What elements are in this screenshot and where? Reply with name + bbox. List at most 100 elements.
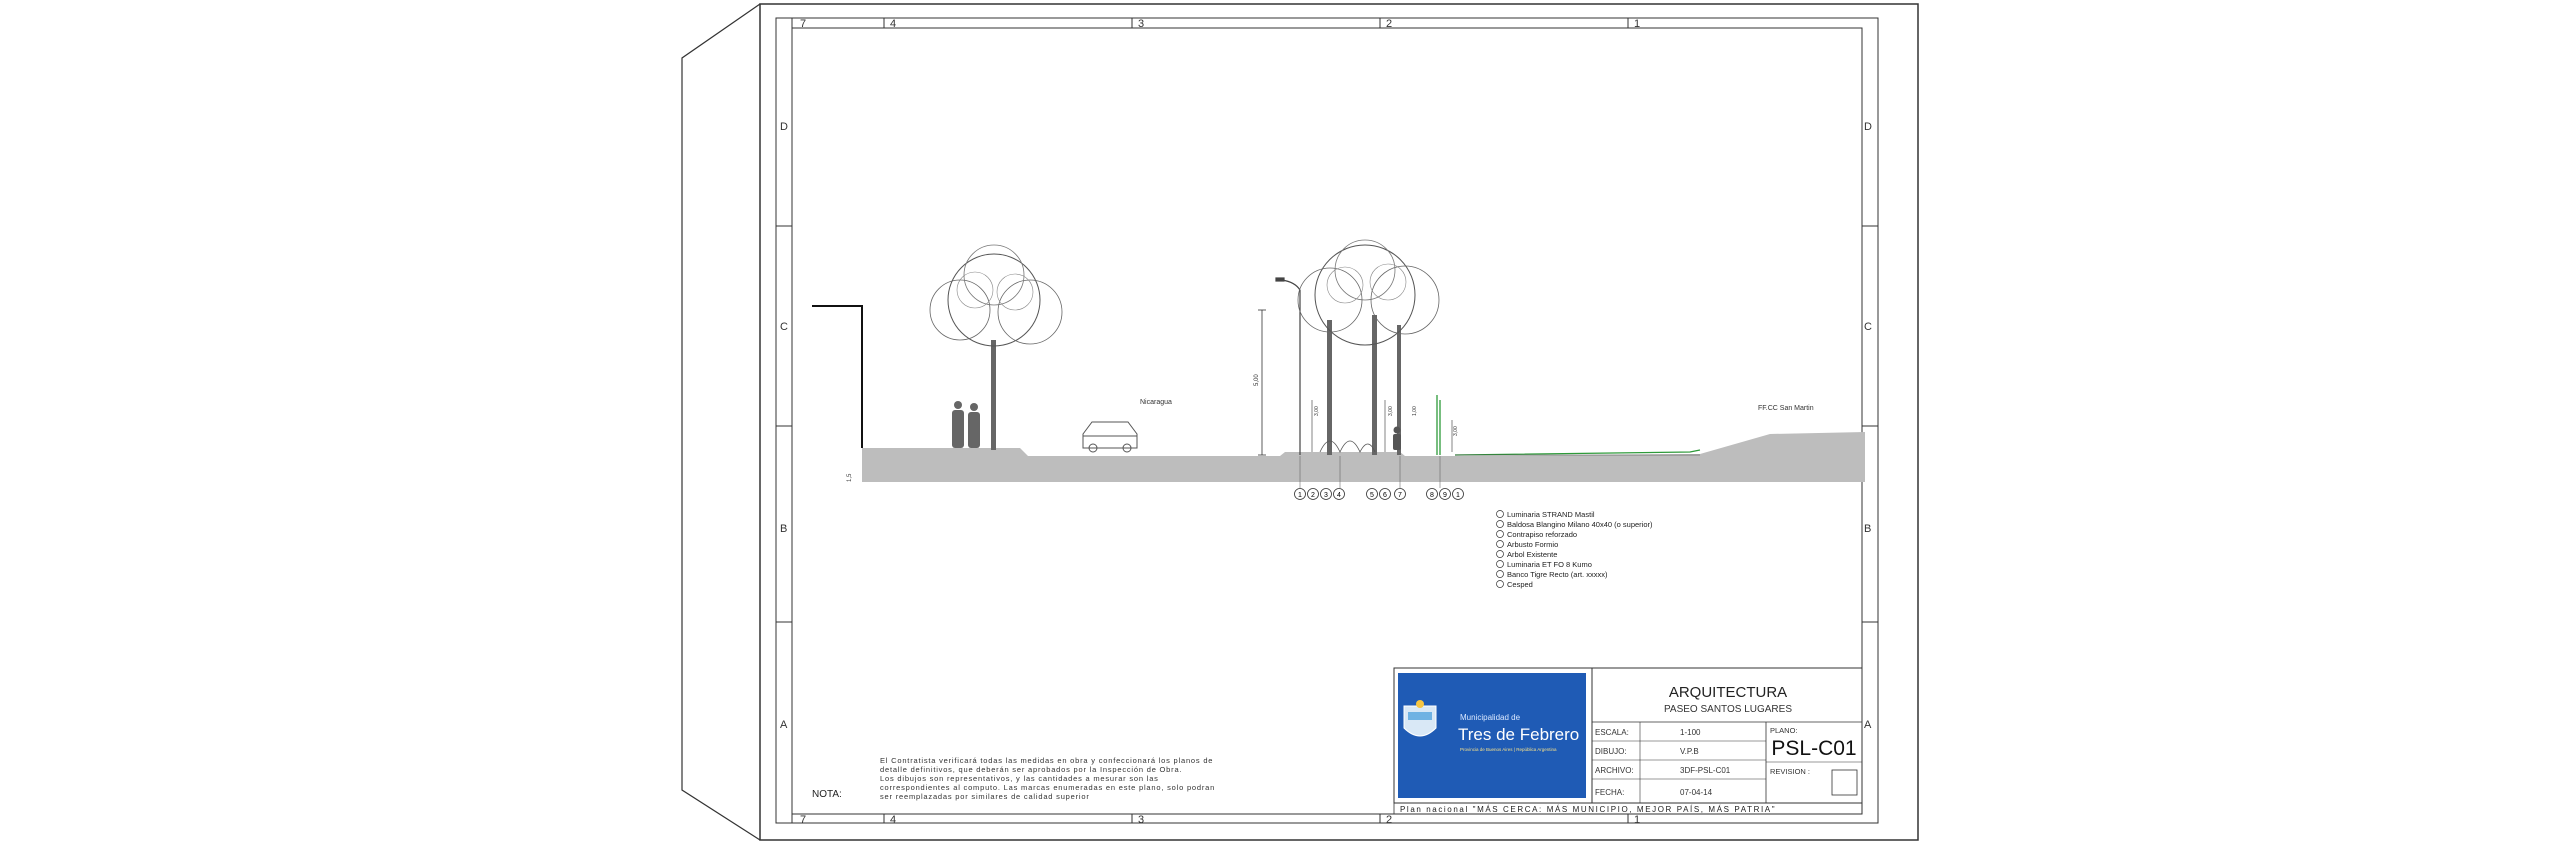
logo-sub-text: Provincia de Buenos Aires | República Ar…: [1460, 747, 1557, 752]
logo-small-text: Municipalidad de: [1460, 713, 1521, 722]
svg-text:correspondientes al computo. L: correspondientes al computo. Las marcas …: [880, 783, 1215, 792]
svg-text:1: 1: [1298, 492, 1302, 499]
slogan: Plan nacional "MÁS CERCA: MÁS MUNICIPIO,…: [1400, 805, 1776, 814]
row-value: 3DF-PSL-C01: [1680, 766, 1731, 775]
svg-text:3: 3: [1324, 492, 1328, 499]
marker: 4: [1333, 488, 1345, 500]
title-block: Municipalidad de Tres de Febrero Provinc…: [1393, 667, 1863, 815]
legend-item: Luminaria STRAND Mastil: [1496, 510, 1595, 519]
svg-text:7: 7: [1398, 492, 1402, 499]
legend-item: Arbol Existente: [1496, 550, 1557, 559]
dim-text: 1,00: [1412, 406, 1418, 416]
grid-col-label: 1: [1634, 814, 1640, 826]
marker: 7: [1394, 488, 1406, 500]
revision-label: REVISION :: [1770, 767, 1810, 776]
row-label: ESCALA:: [1595, 728, 1629, 737]
grid-row-label: A: [780, 719, 788, 731]
marker: 9: [1439, 488, 1451, 500]
plano-number: PSL-C01: [1771, 737, 1856, 760]
grid-col-label: 2: [1386, 814, 1392, 826]
legend-item: Contrapiso reforzado: [1496, 530, 1577, 539]
grid-col-label: 7: [800, 814, 806, 826]
marker: 2: [1307, 488, 1319, 500]
legend-item: Luminaria ET FO 8 Kumo: [1496, 560, 1592, 569]
drawing-sheet: 7 4 3 2 1 7 4 3 2 1 D C B A D C B A 1,5: [681, 3, 1919, 841]
grid-col-label: 4: [890, 814, 896, 826]
building-wall: [812, 305, 863, 448]
row-label: DIBUJO:: [1595, 747, 1627, 756]
grid-row-label: A: [1864, 719, 1872, 731]
svg-text:Contrapiso reforzado: Contrapiso reforzado: [1507, 530, 1577, 539]
legend-item: Banco Tigre Recto (art. xxxxx): [1496, 570, 1608, 579]
bench-figure: [1393, 426, 1401, 450]
dim-text: 3,00: [1453, 426, 1459, 436]
ground-section: [862, 432, 1865, 482]
streetlight-icon: [1275, 277, 1301, 455]
grid-col-label: 4: [890, 18, 896, 30]
svg-text:Arbusto Formio: Arbusto Formio: [1507, 540, 1558, 549]
street-label: Nicaragua: [1140, 399, 1172, 406]
small-dimensions: [1311, 400, 1453, 452]
marker: 5: [1366, 488, 1378, 500]
lawn-line: [1454, 449, 1701, 456]
marker: 1: [1452, 488, 1464, 500]
legend-item: Baldosa Blangino Milano 40x40 (o superio…: [1496, 520, 1653, 529]
svg-text:2: 2: [1311, 492, 1315, 499]
marker: 3: [1320, 488, 1332, 500]
marker: 6: [1379, 488, 1391, 500]
grid-col-label: 3: [1138, 18, 1144, 30]
svg-text:ser reemplazadas por similares: ser reemplazadas por similares de calida…: [880, 792, 1090, 801]
svg-text:Baldosa Blangino Milano 40x40: Baldosa Blangino Milano 40x40 (o superio…: [1507, 520, 1653, 529]
perspective-edge: [681, 3, 761, 841]
grid-col-label: 7: [800, 18, 806, 30]
svg-text:Los dibujos son representativo: Los dibujos son representativos, y las c…: [880, 774, 1159, 783]
rail-label: FF.CC San Martin: [1758, 405, 1814, 412]
dim-text: 3,00: [1314, 406, 1320, 416]
svg-text:5: 5: [1370, 492, 1374, 499]
logo-big-text: Tres de Febrero: [1458, 725, 1579, 744]
discipline-title: ARQUITECTURA: [1669, 684, 1787, 701]
svg-text:1: 1: [1456, 492, 1460, 499]
row-value: 07-04-14: [1680, 788, 1713, 797]
svg-text:6: 6: [1383, 492, 1387, 499]
svg-text:detalle definitivos, que deber: detalle definitivos, que deberán ser apr…: [880, 765, 1182, 774]
street-section-drawing: 1,5 Nicaragua 5,00 3,00 3,00 1,00 3,00 F…: [812, 239, 1865, 482]
luminaire-pole-icon: [1436, 395, 1441, 455]
people-figures: [952, 401, 980, 448]
tree-right: [1297, 239, 1440, 455]
grid-row-label: D: [1864, 121, 1872, 133]
note-text: El Contratista verificará todas las medi…: [880, 756, 1215, 801]
legend-item: Cesped: [1496, 580, 1533, 589]
grid-row-label: B: [780, 523, 787, 535]
grid-col-label: 2: [1386, 18, 1392, 30]
car-icon: [1082, 421, 1138, 453]
tree-left: [929, 244, 1063, 450]
svg-text:8: 8: [1430, 492, 1434, 499]
grid-row-label: C: [780, 321, 788, 333]
svg-text:Luminaria STRAND Mastil: Luminaria STRAND Mastil: [1507, 510, 1595, 519]
svg-text:El Contratista verificará toda: El Contratista verificará todas las medi…: [880, 756, 1213, 765]
svg-text:Luminaria ET FO 8 Kumo: Luminaria ET FO 8 Kumo: [1507, 560, 1592, 569]
grid-row-label: D: [780, 121, 788, 133]
row-value: V.P.B: [1680, 747, 1699, 756]
legend-item: Arbusto Formio: [1496, 540, 1558, 549]
dim-text: 5,00: [1254, 374, 1260, 386]
row-value: 1-100: [1680, 728, 1701, 737]
grid-col-label: 3: [1138, 814, 1144, 826]
svg-text:4: 4: [1337, 492, 1341, 499]
marker: 8: [1426, 488, 1438, 500]
note-label: NOTA:: [812, 789, 842, 800]
grid-col-label: 1: [1634, 18, 1640, 30]
grid-row-label: C: [1864, 321, 1872, 333]
svg-text:Banco Tigre Recto (art. xxxxx): Banco Tigre Recto (art. xxxxx): [1507, 570, 1608, 579]
row-label: ARCHIVO:: [1595, 766, 1634, 775]
plano-label: PLANO:: [1770, 726, 1798, 735]
svg-text:Arbol Existente: Arbol Existente: [1507, 550, 1557, 559]
dim-text: 3,00: [1388, 406, 1394, 416]
project-title: PASEO SANTOS LUGARES: [1664, 704, 1792, 715]
dim-text: 1,5: [847, 473, 853, 482]
revision-box: [1831, 769, 1858, 796]
marker: 1: [1294, 488, 1306, 500]
svg-text:9: 9: [1443, 492, 1447, 499]
svg-text:Cesped: Cesped: [1507, 580, 1533, 589]
